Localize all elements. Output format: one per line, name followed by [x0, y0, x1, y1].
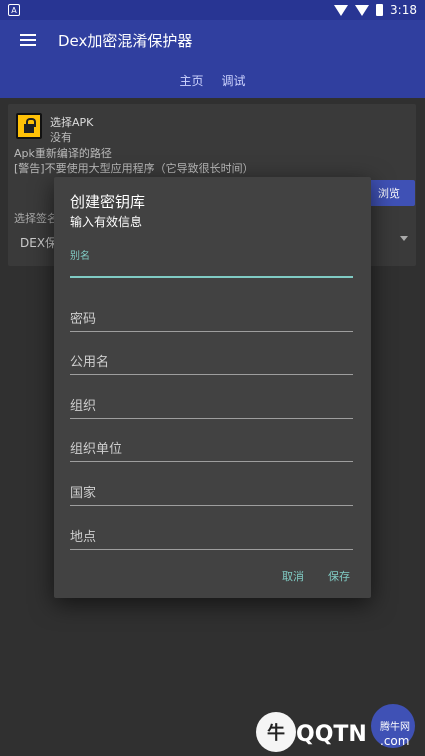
apk-title: 选择APK: [50, 116, 94, 129]
menu-icon[interactable]: [20, 34, 36, 46]
battery-icon: [376, 4, 384, 16]
dialog-subtitle: 输入有效信息: [70, 215, 143, 229]
locality-field[interactable]: 地点: [70, 526, 353, 550]
watermark-cn: 腾牛网: [380, 722, 410, 733]
wifi-icon: [334, 4, 349, 16]
tab-debug[interactable]: 调试: [222, 72, 246, 89]
org-unit-field[interactable]: 组织单位: [70, 438, 353, 462]
create-keystore-dialog: 创建密钥库 输入有效信息 别名 密码 公用名 组织 组织单位 国家 地点 取消 …: [54, 177, 371, 598]
watermark: 牛 QQTN 腾牛网 .com: [256, 712, 420, 756]
dex-select[interactable]: DEX保: [20, 234, 57, 251]
tab-home[interactable]: 主页: [179, 72, 203, 89]
save-button[interactable]: 保存: [328, 568, 350, 584]
watermark-suffix: .com: [380, 734, 410, 748]
tabs: 主页 调试: [0, 72, 425, 89]
country-field[interactable]: 国家: [70, 482, 353, 506]
common-name-field[interactable]: 公用名: [70, 351, 353, 375]
signal-icon: [355, 4, 370, 16]
app-title: Dex加密混淆保护器: [58, 32, 193, 50]
alias-field[interactable]: 别名: [70, 247, 353, 278]
password-field[interactable]: 密码: [70, 308, 353, 332]
app-bar: Dex加密混淆保护器 主页 调试: [0, 20, 425, 98]
cancel-button[interactable]: 取消: [282, 568, 304, 584]
apk-value: 没有: [50, 131, 72, 144]
organization-field[interactable]: 组织: [70, 395, 353, 419]
watermark-logo-icon: 牛: [256, 712, 296, 752]
notification-icon: A: [8, 4, 20, 16]
status-time: 3:18: [390, 3, 417, 17]
dialog-title: 创建密钥库: [70, 193, 146, 211]
dropdown-arrow-icon[interactable]: [400, 236, 408, 241]
watermark-text: QQTN: [296, 722, 367, 747]
warning-text: [警告]不要使用大型应用程序（它导致很长时间）: [14, 162, 254, 175]
recompile-path-label: Apk重新编译的路径: [14, 147, 112, 160]
lock-icon: [16, 113, 42, 139]
status-bar: A 3:18: [0, 0, 425, 20]
alias-label: 别名: [70, 251, 90, 262]
signature-label: 选择签名: [14, 212, 58, 225]
